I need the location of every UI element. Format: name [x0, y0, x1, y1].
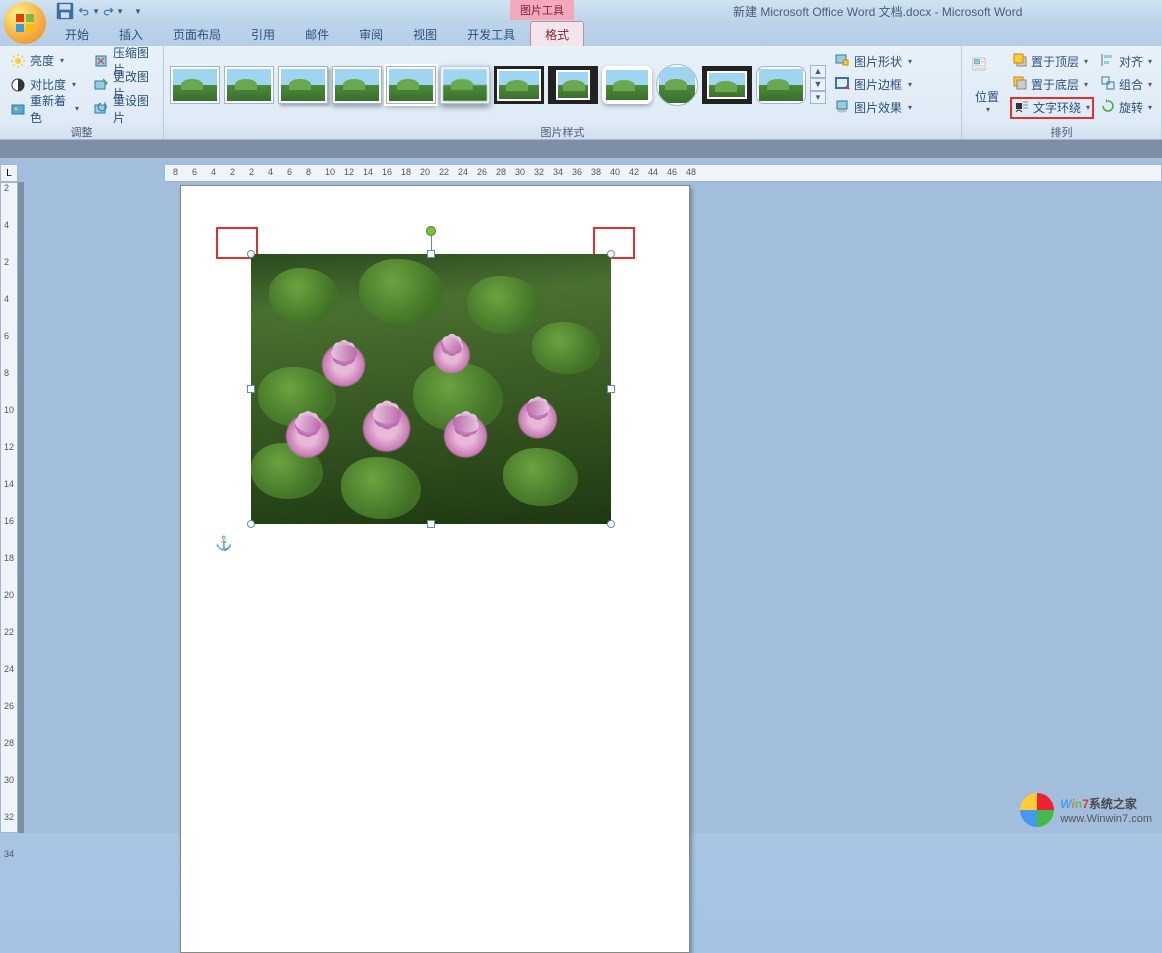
resize-handle-bl[interactable] — [247, 520, 255, 528]
anchor-icon: ⚓ — [215, 535, 232, 552]
ruler-topbar — [0, 140, 1162, 158]
picture-shape-label: 图片形状 — [854, 53, 902, 70]
rotate-button[interactable]: 旋转▾ — [1098, 97, 1154, 119]
page[interactable]: ⚓ — [180, 185, 690, 953]
picture-border-label: 图片边框 — [854, 76, 902, 93]
position-label: 位置 — [975, 88, 999, 105]
picture-styles-gallery[interactable]: ▲▼▾ — [170, 64, 826, 106]
contrast-label: 对比度 — [30, 76, 66, 93]
style-thumb-8[interactable] — [548, 66, 598, 104]
save-button[interactable] — [54, 1, 76, 21]
vertical-ruler[interactable]: 24246810121416182022242628303234 — [0, 182, 18, 833]
reset-picture-label: 重设图片 — [113, 92, 153, 126]
style-thumb-2[interactable] — [224, 66, 274, 104]
contextual-tab-label: 图片工具 — [510, 0, 574, 20]
group-styles-label: 图片样式 — [164, 123, 961, 139]
text-wrap-label: 文字环绕 — [1033, 99, 1081, 116]
bring-front-label: 置于顶层 — [1031, 53, 1079, 70]
ribbon: 亮度▾ 对比度▾ 重新着色▾ 压缩图片 更改图片 重设图片 调整 — [0, 46, 1162, 140]
selected-picture[interactable] — [251, 254, 611, 524]
brightness-button[interactable]: 亮度▾ — [6, 50, 83, 72]
watermark: Win7系统之家 www.Winwin7.com — [1020, 793, 1152, 827]
tab-references[interactable]: 引用 — [236, 21, 290, 46]
picture-content — [251, 254, 611, 524]
rotate-label: 旋转 — [1119, 99, 1143, 116]
bring-front-button[interactable]: 置于顶层▾ — [1010, 51, 1094, 73]
quick-access-toolbar: ▼ ▼ ▼ — [54, 1, 148, 21]
group-button[interactable]: 组合▾ — [1098, 74, 1154, 96]
tab-view[interactable]: 视图 — [398, 21, 452, 46]
align-label: 对齐 — [1119, 53, 1143, 70]
group-btn-label: 组合 — [1119, 76, 1143, 93]
tab-developer[interactable]: 开发工具 — [452, 21, 530, 46]
style-thumb-3[interactable] — [278, 66, 328, 104]
style-thumb-12[interactable] — [756, 66, 806, 104]
recolor-label: 重新着色 — [30, 92, 69, 126]
group-arrange-label: 排列 — [962, 123, 1161, 139]
align-button[interactable]: 对齐▾ — [1098, 51, 1154, 73]
brightness-label: 亮度 — [30, 52, 54, 69]
qat-customize[interactable]: ▼ — [126, 1, 148, 21]
tab-mailings[interactable]: 邮件 — [290, 21, 344, 46]
style-thumb-11[interactable] — [702, 66, 752, 104]
picture-shape-button[interactable]: 图片形状▾ — [832, 51, 914, 72]
watermark-title: Win7系统之家 — [1060, 795, 1152, 813]
style-thumb-9[interactable] — [602, 66, 652, 104]
resize-handle-br[interactable] — [607, 520, 615, 528]
position-button[interactable]: 位置▾ — [968, 54, 1006, 116]
title-bar: ▼ ▼ ▼ 图片工具 新建 Microsoft Office Word 文档.d… — [0, 0, 1162, 22]
reset-picture-button[interactable]: 重设图片 — [89, 98, 157, 120]
watermark-url: www.Winwin7.com — [1060, 813, 1152, 825]
horizontal-ruler[interactable]: 8642246810121416182022242628303234363840… — [164, 164, 1162, 182]
style-thumb-10[interactable] — [656, 64, 698, 106]
ruler-leftbar — [18, 182, 24, 833]
group-arrange: 位置▾ 置于顶层▾ 置于底层▾ 文字环绕▾ 对齐▾ 组合▾ 旋转▾ 排列 — [962, 46, 1162, 139]
recolor-button[interactable]: 重新着色▾ — [6, 98, 83, 120]
document-area: L 86422468101214161820222426283032343638… — [0, 140, 1162, 833]
resize-handle-ml[interactable] — [247, 385, 255, 393]
style-thumb-5[interactable] — [386, 66, 436, 104]
window-title: 新建 Microsoft Office Word 文档.docx - Micro… — [668, 3, 1022, 20]
ribbon-tabs: 开始 插入 页面布局 引用 邮件 审阅 视图 开发工具 格式 — [0, 22, 1162, 46]
group-picture-styles: ▲▼▾ 图片形状▾ 图片边框▾ 图片效果▾ 图片样式 — [164, 46, 962, 139]
gallery-scroll[interactable]: ▲▼▾ — [810, 65, 826, 104]
ruler-corner[interactable]: L — [0, 164, 18, 182]
resize-handle-mr[interactable] — [607, 385, 615, 393]
rotation-handle[interactable] — [426, 226, 436, 236]
redo-button[interactable]: ▼ — [102, 1, 124, 21]
tab-home[interactable]: 开始 — [50, 21, 104, 46]
tab-format[interactable]: 格式 — [530, 21, 584, 46]
style-thumb-6[interactable] — [440, 66, 490, 104]
tab-review[interactable]: 审阅 — [344, 21, 398, 46]
tab-insert[interactable]: 插入 — [104, 21, 158, 46]
picture-border-button[interactable]: 图片边框▾ — [832, 74, 914, 95]
style-thumb-7[interactable] — [494, 66, 544, 104]
style-thumb-1[interactable] — [170, 66, 220, 104]
send-back-label: 置于底层 — [1031, 76, 1079, 93]
tab-layout[interactable]: 页面布局 — [158, 21, 236, 46]
office-button[interactable] — [4, 2, 46, 44]
style-thumb-4[interactable] — [332, 66, 382, 104]
group-adjust-label: 调整 — [0, 123, 163, 139]
send-back-button[interactable]: 置于底层▾ — [1010, 74, 1094, 96]
resize-handle-bc[interactable] — [427, 520, 435, 528]
undo-button[interactable]: ▼ — [78, 1, 100, 21]
picture-effects-label: 图片效果 — [854, 99, 902, 116]
watermark-logo — [1020, 793, 1054, 827]
resize-handle-tr[interactable] — [607, 250, 615, 258]
resize-handle-tl[interactable] — [247, 250, 255, 258]
resize-handle-tc[interactable] — [427, 250, 435, 258]
picture-effects-button[interactable]: 图片效果▾ — [832, 97, 914, 118]
text-wrap-button[interactable]: 文字环绕▾ — [1010, 97, 1094, 119]
group-adjust: 亮度▾ 对比度▾ 重新着色▾ 压缩图片 更改图片 重设图片 调整 — [0, 46, 164, 139]
